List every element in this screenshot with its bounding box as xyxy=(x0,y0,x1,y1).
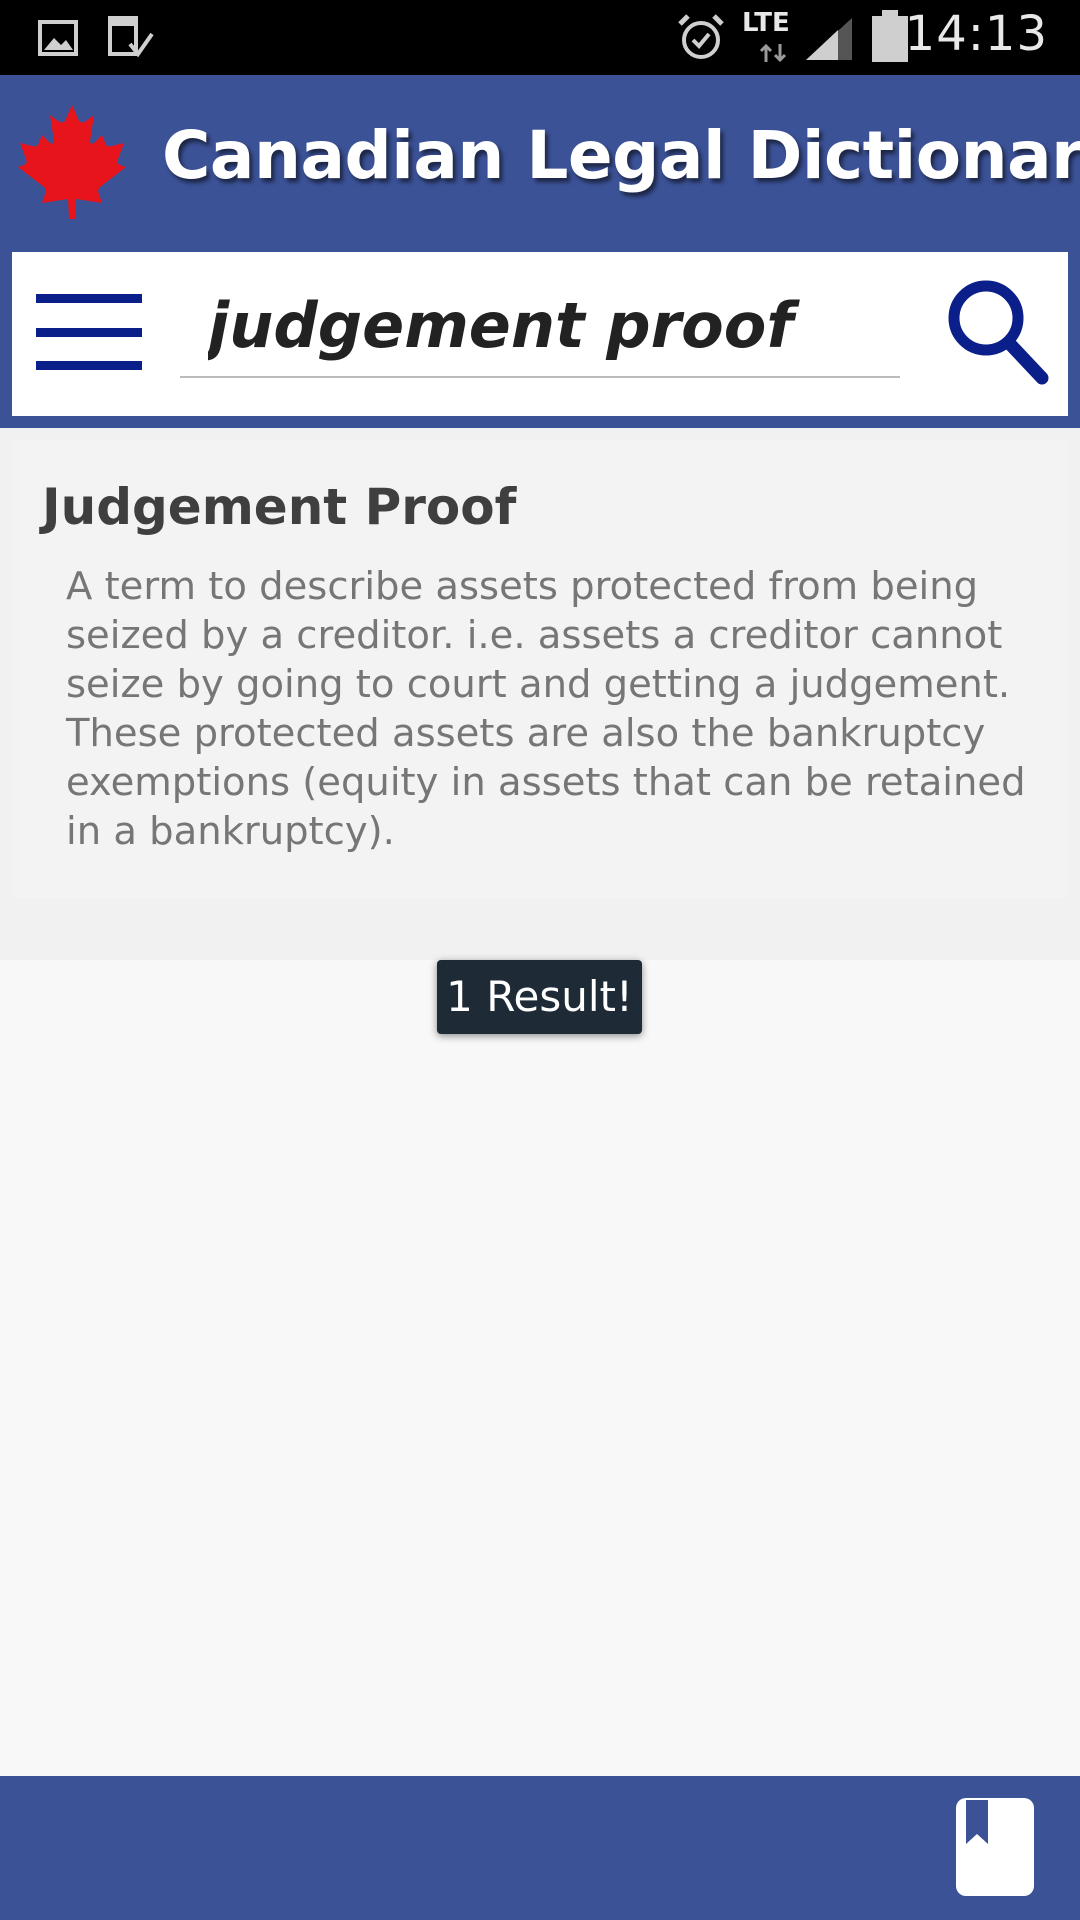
app-title: Canadian Legal Dictionary xyxy=(162,117,1080,194)
hamburger-menu-icon[interactable] xyxy=(36,294,144,376)
search-icon xyxy=(948,280,1049,385)
results-list: Judgement Proof A term to describe asset… xyxy=(0,428,1080,960)
result-item[interactable]: Judgement Proof A term to describe asset… xyxy=(12,440,1068,898)
maple-leaf-icon xyxy=(18,105,126,219)
data-arrows-icon xyxy=(759,43,787,63)
app-header: Canadian Legal Dictionary xyxy=(0,75,1080,252)
bookmark-icon xyxy=(956,1798,1034,1896)
alarm-icon xyxy=(678,14,724,59)
bottom-bar xyxy=(0,1776,1080,1920)
download-complete-icon xyxy=(108,16,154,58)
signal-icon xyxy=(806,18,852,60)
search-button[interactable] xyxy=(942,274,1052,388)
status-time: 14:13 xyxy=(904,6,1048,62)
lte-indicator: LTE xyxy=(742,8,790,38)
search-bar xyxy=(0,252,1080,428)
term-definition: A term to describe assets protected from… xyxy=(66,564,1026,854)
status-bar: LTE 14:13 xyxy=(0,0,1080,75)
search-input[interactable] xyxy=(180,274,900,378)
bookmark-button[interactable] xyxy=(954,1796,1036,1898)
image-notification-icon xyxy=(38,20,78,56)
search-box xyxy=(12,252,1068,416)
term-title: Judgement Proof xyxy=(42,478,517,536)
app-screen: LTE 14:13 Canadian Legal Dictionary judg… xyxy=(0,0,1080,1920)
result-count-toast: 1 Result! xyxy=(437,960,642,1034)
